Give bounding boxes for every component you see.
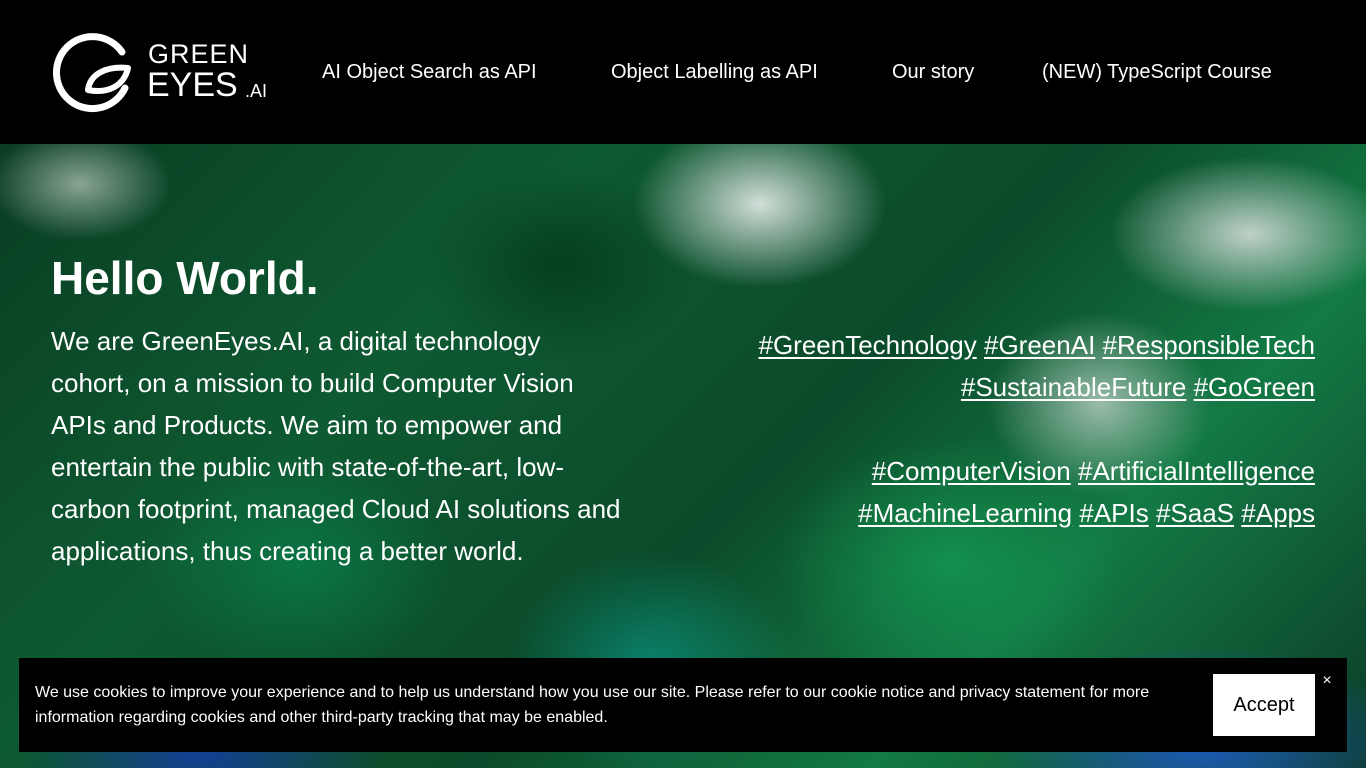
cookie-notice-text: We use cookies to improve your experienc… xyxy=(35,684,1150,726)
hashtag-link[interactable]: #ArtificialIntelligence xyxy=(1078,456,1315,486)
hashtag-link[interactable]: #ComputerVision xyxy=(872,456,1071,486)
hashtag-link[interactable]: #ResponsibleTech xyxy=(1103,330,1315,360)
accept-cookies-button[interactable]: Accept xyxy=(1213,674,1315,736)
hashtag-link[interactable]: #APIs xyxy=(1079,498,1148,528)
close-icon[interactable]: × xyxy=(1319,672,1335,690)
hero-description: We are GreenEyes.AI, a digital technolog… xyxy=(51,326,621,566)
greeneyes-eye-leaf-icon xyxy=(53,33,131,113)
nav-item-typescript-course[interactable]: (NEW) TypeScript Course xyxy=(1042,60,1272,84)
cookie-banner: We use cookies to improve your experienc… xyxy=(19,658,1347,752)
hero-title: Hello World. xyxy=(51,252,319,304)
site-logo[interactable]: GREEN EYES .AI xyxy=(50,30,280,116)
logo-text-green: GREEN xyxy=(148,39,250,69)
hashtag-group-green: #GreenTechnology #GreenAI #ResponsibleTe… xyxy=(675,324,1316,408)
nav-item-ai-object-search[interactable]: AI Object Search as API xyxy=(322,60,537,84)
hashtag-link[interactable]: #SaaS xyxy=(1156,498,1234,528)
hashtag-link[interactable]: #SustainableFuture xyxy=(961,372,1186,402)
nav-item-our-story[interactable]: Our story xyxy=(892,60,974,84)
site-header: GREEN EYES .AI AI Object Search as API O… xyxy=(0,0,1366,144)
hashtag-group-tech: #ComputerVision #ArtificialIntelligence … xyxy=(675,450,1315,534)
nav-item-object-labelling[interactable]: Object Labelling as API xyxy=(611,60,818,84)
logo-text-eyes: EYES xyxy=(147,66,238,104)
hashtag-link[interactable]: #Apps xyxy=(1241,498,1315,528)
logo-text-ai: .AI xyxy=(245,81,268,101)
hashtag-link[interactable]: #GoGreen xyxy=(1194,372,1315,402)
hashtag-link[interactable]: #MachineLearning xyxy=(858,498,1072,528)
hashtag-link[interactable]: #GreenTechnology xyxy=(759,330,977,360)
hashtag-link[interactable]: #GreenAI xyxy=(984,330,1095,360)
